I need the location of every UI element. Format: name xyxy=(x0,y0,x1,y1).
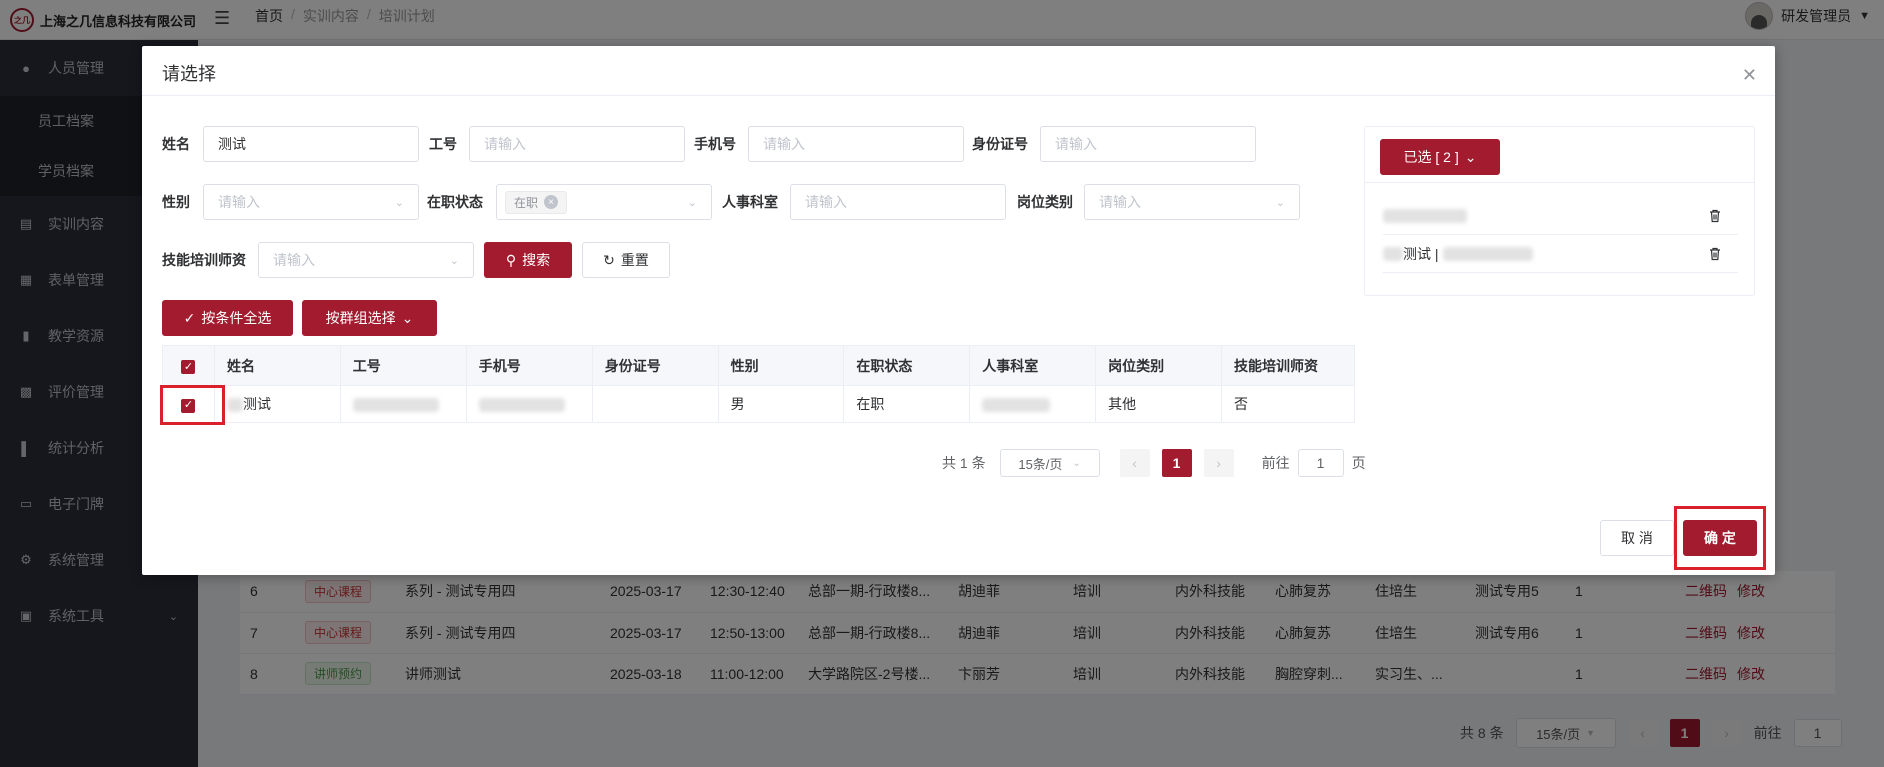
dialog-title: 请选择 xyxy=(162,64,216,84)
name-label: 姓名 xyxy=(162,136,190,152)
reset-button[interactable]: ↻ 重置 xyxy=(582,242,670,278)
selected-item: 测试 | xyxy=(1383,235,1738,273)
column-header: 性别 xyxy=(717,345,845,386)
idcard-label: 身份证号 xyxy=(972,136,1028,152)
selected-panel-header: 已选 [ 2 ] ⌄ xyxy=(1365,127,1754,183)
selected-count-button[interactable]: 已选 [ 2 ] ⌄ xyxy=(1380,139,1500,175)
total-count: 共 1 条 xyxy=(942,455,986,471)
status-cell: 在职 xyxy=(843,385,971,423)
goto-label: 前往 xyxy=(1261,455,1290,471)
close-icon[interactable]: ✕ xyxy=(1742,66,1757,84)
check-all-icon: ✓ xyxy=(183,309,196,326)
id-card-cell xyxy=(591,385,719,423)
dialog-pagination: 共 1 条 15条/页 ⌄ ‹ 1 › 前往 1 页 xyxy=(942,449,1366,477)
highlight-confirm-button xyxy=(1674,506,1766,570)
redacted-hr-dept xyxy=(982,398,1051,413)
search-button[interactable]: ⚲ 搜索 xyxy=(484,242,572,278)
selected-panel: 已选 [ 2 ] ⌄ 测试 | xyxy=(1364,126,1755,296)
search-icon: ⚲ xyxy=(505,251,517,268)
redacted-text xyxy=(1383,208,1467,223)
select-all-label: 按条件全选 xyxy=(201,310,272,326)
page-size-value: 15条/页 xyxy=(1018,456,1063,472)
chevron-down-icon: ⌄ xyxy=(401,309,414,326)
reset-button-label: 重置 xyxy=(620,252,649,268)
redacted-text xyxy=(226,398,243,413)
status-label: 在职状态 xyxy=(427,194,483,210)
post-select[interactable]: 请输入 ⌄ xyxy=(1084,184,1300,220)
close-icon[interactable]: × xyxy=(544,195,559,209)
column-header: 岗位类别 xyxy=(1095,345,1223,386)
select-all-checkbox[interactable]: ✓ xyxy=(181,360,196,375)
jobno-label: 工号 xyxy=(429,136,457,152)
refresh-icon: ↻ xyxy=(603,251,615,268)
chevron-down-icon: ⌄ xyxy=(687,196,697,209)
trainer-label: 技能培训师资 xyxy=(162,252,246,268)
person-table: ✓ 姓名 工号 手机号 身份证号 性别 在职状态 人事科室 岗位类别 技能培训师… xyxy=(162,345,1355,423)
column-header: 技能培训师资 xyxy=(1221,345,1355,386)
name-input[interactable] xyxy=(203,126,419,162)
goto-page-input[interactable]: 1 xyxy=(1297,449,1344,477)
page-suffix: 页 xyxy=(1351,455,1366,471)
gender-placeholder: 请输入 xyxy=(218,194,260,210)
redacted-job-number xyxy=(352,398,439,413)
phone-input[interactable] xyxy=(748,126,964,162)
post-label: 岗位类别 xyxy=(1017,194,1073,210)
status-chip: 在职 × xyxy=(505,190,568,214)
post-placeholder: 请输入 xyxy=(1099,194,1141,210)
search-button-label: 搜索 xyxy=(522,252,551,268)
prev-page-button[interactable]: ‹ xyxy=(1119,449,1150,477)
selected-item xyxy=(1383,197,1738,235)
table-header-row: ✓ 姓名 工号 手机号 身份证号 性别 在职状态 人事科室 岗位类别 技能培训师… xyxy=(162,345,1355,386)
gender-label: 性别 xyxy=(162,194,190,210)
table-row[interactable]: ✓ 测试 男 在职 其他 否 xyxy=(162,385,1355,423)
dialog-divider xyxy=(142,95,1775,96)
cancel-button[interactable]: 取 消 xyxy=(1600,520,1674,556)
redacted-text xyxy=(1442,246,1533,261)
column-header: 身份证号 xyxy=(591,345,719,386)
chevron-down-icon: ⌄ xyxy=(449,254,459,267)
group-select-label: 按群组选择 xyxy=(325,310,396,326)
chevron-down-icon: ⌄ xyxy=(1275,196,1285,209)
selected-item-label: 测试 | xyxy=(1403,245,1439,262)
trainer-placeholder: 请输入 xyxy=(273,252,315,268)
column-header: 手机号 xyxy=(465,345,593,386)
gender-cell: 男 xyxy=(717,385,845,423)
select-all-by-condition-button[interactable]: ✓ 按条件全选 xyxy=(162,300,293,336)
gender-select[interactable]: 请输入 ⌄ xyxy=(203,184,419,220)
chevron-down-icon: ⌄ xyxy=(1072,457,1081,469)
select-by-group-button[interactable]: 按群组选择 ⌄ xyxy=(302,300,437,336)
status-select[interactable]: 在职 × ⌄ xyxy=(496,184,712,220)
jobno-input[interactable] xyxy=(469,126,685,162)
status-chip-label: 在职 xyxy=(514,195,539,210)
trainer-select[interactable]: 请输入 ⌄ xyxy=(258,242,474,278)
column-header: 姓名 xyxy=(213,345,341,386)
hrdept-input[interactable] xyxy=(790,184,1006,220)
chevron-down-icon: ⌄ xyxy=(394,196,404,209)
person-name: 测试 xyxy=(242,396,271,412)
hrdept-label: 人事科室 xyxy=(722,194,778,210)
select-dialog: 请选择 ✕ 姓名 工号 手机号 身份证号 性别 请输入 ⌄ 在职状态 在职 × ⌄… xyxy=(142,46,1775,575)
redacted-text xyxy=(1383,246,1403,261)
redacted-phone xyxy=(478,398,565,413)
chevron-down-icon: ⌄ xyxy=(1464,148,1477,165)
trainer-cell: 否 xyxy=(1221,385,1355,423)
highlight-row-checkbox xyxy=(160,385,225,425)
trash-icon[interactable] xyxy=(1708,247,1722,261)
post-cell: 其他 xyxy=(1095,385,1223,423)
column-header: 工号 xyxy=(339,345,467,386)
next-page-button[interactable]: › xyxy=(1203,449,1234,477)
selected-count-label: 已选 [ 2 ] xyxy=(1403,149,1459,165)
phone-label: 手机号 xyxy=(694,136,736,152)
column-header: 人事科室 xyxy=(969,345,1097,386)
page-size-select[interactable]: 15条/页 ⌄ xyxy=(999,449,1100,477)
idcard-input[interactable] xyxy=(1040,126,1256,162)
column-header: 在职状态 xyxy=(843,345,971,386)
page-number-button[interactable]: 1 xyxy=(1161,449,1192,477)
trash-icon[interactable] xyxy=(1708,209,1722,223)
